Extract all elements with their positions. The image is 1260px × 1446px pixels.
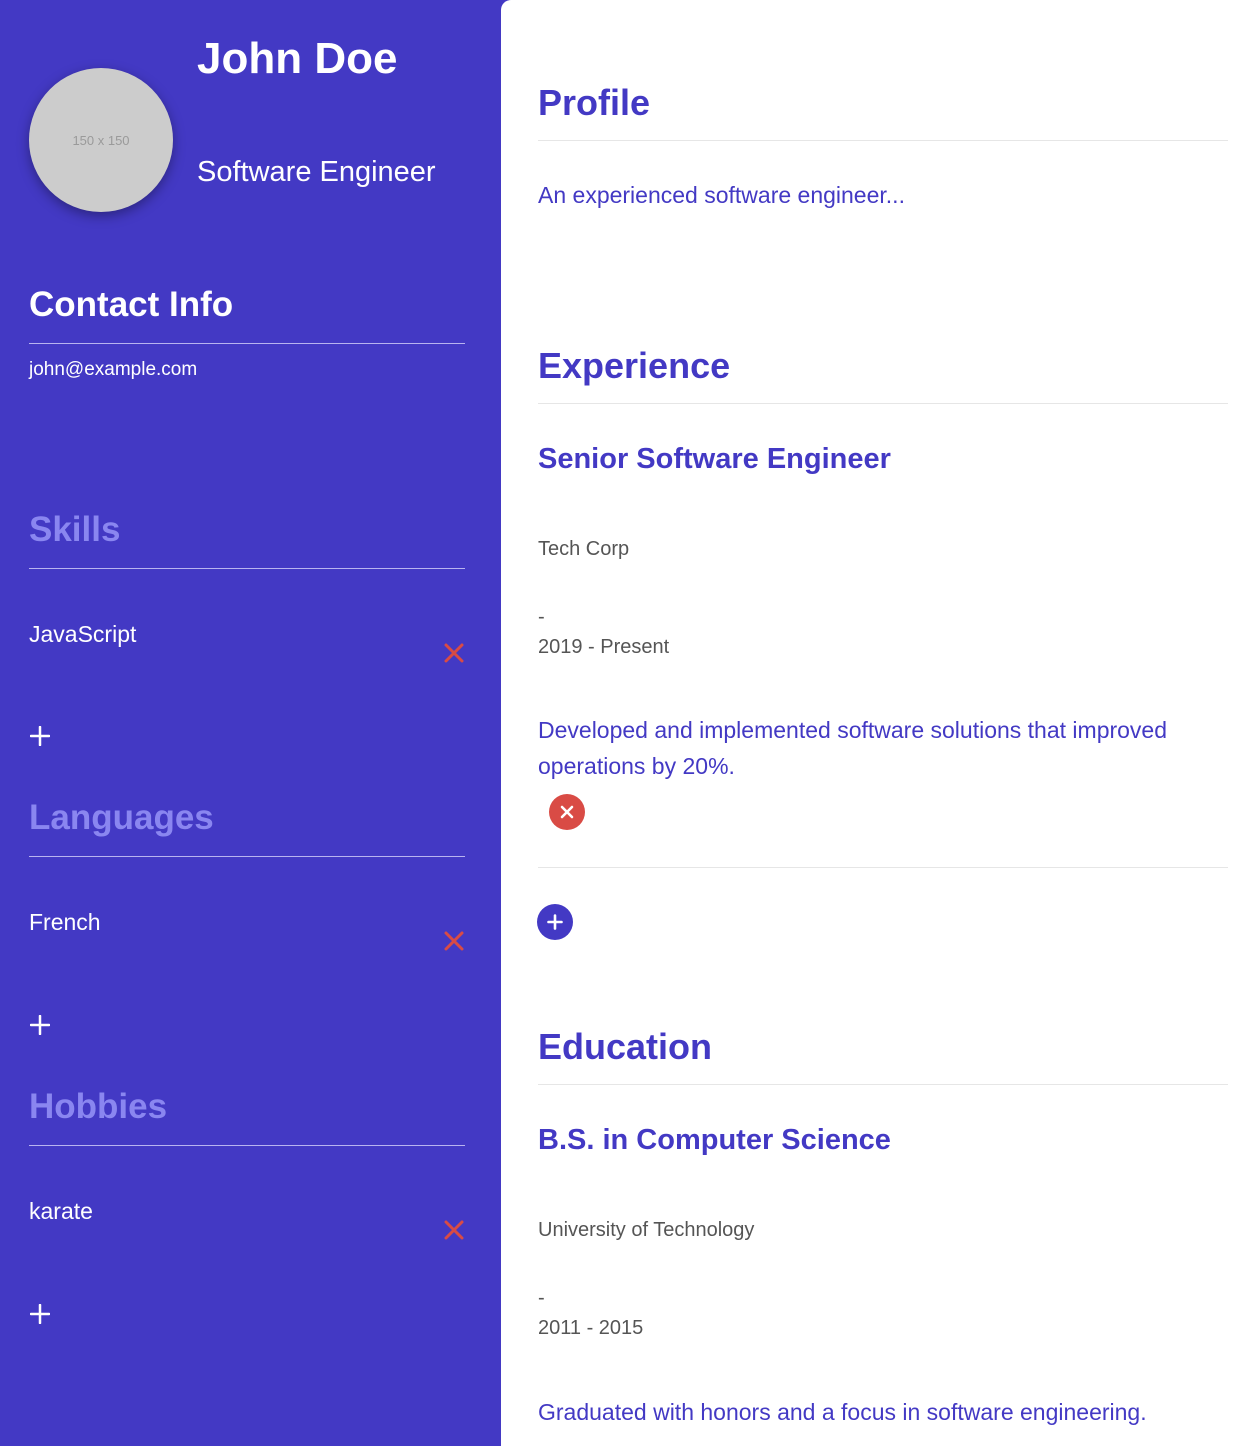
main-content: Profile An experienced software engineer… [501,0,1260,1446]
add-hobby-plus-icon[interactable] [28,1302,52,1326]
education-degree[interactable]: B.S. in Computer Science [538,1124,891,1157]
experience-role[interactable]: Senior Software Engineer [538,443,891,476]
languages-divider [29,856,465,857]
profile-summary[interactable]: An experienced software engineer... [538,177,1218,213]
contact-heading: Contact Info [29,285,234,324]
person-name[interactable]: John Doe [197,34,397,84]
experience-entry-divider [538,867,1228,868]
person-title[interactable]: Software Engineer [197,156,436,189]
contact-divider [29,343,465,344]
resume-page: 150 x 150 John Doe Software Engineer Con… [0,0,1260,1446]
education-dates[interactable]: 2011 - 2015 [538,1317,643,1340]
remove-experience-button[interactable] [549,794,585,830]
education-date-separator: - [538,1287,545,1309]
education-description[interactable]: Graduated with honors and a focus in sof… [538,1394,1218,1430]
education-heading: Education [538,1026,713,1067]
profile-divider [538,140,1228,141]
education-school[interactable]: University of Technology [538,1219,754,1242]
remove-skill-close-icon[interactable] [440,639,468,667]
experience-heading: Experience [538,345,731,386]
profile-heading: Profile [538,82,651,123]
languages-heading: Languages [29,798,214,837]
experience-description[interactable]: Developed and implemented software solut… [538,712,1218,784]
avatar-placeholder-text: 150 x 150 [72,132,130,148]
hobby-item[interactable]: karate [29,1198,93,1225]
contact-email[interactable]: john@example.com [29,359,197,381]
add-language-plus-icon[interactable] [28,1013,52,1037]
education-divider [538,1084,1228,1085]
skills-heading: Skills [29,510,121,549]
language-item[interactable]: French [29,909,101,936]
plus-icon [547,914,563,930]
hobbies-divider [29,1145,465,1146]
skills-divider [29,568,465,569]
experience-date-separator: - [538,606,545,628]
add-experience-button[interactable] [537,904,573,940]
avatar[interactable]: 150 x 150 [29,68,173,212]
remove-hobby-close-icon[interactable] [440,1216,468,1244]
experience-company[interactable]: Tech Corp [538,538,629,561]
close-icon [560,805,574,819]
hobbies-heading: Hobbies [29,1087,168,1126]
remove-language-close-icon[interactable] [440,927,468,955]
skill-item[interactable]: JavaScript [29,621,136,648]
add-skill-plus-icon[interactable] [28,724,52,748]
experience-divider [538,403,1228,404]
sidebar: 150 x 150 John Doe Software Engineer Con… [0,0,501,1446]
experience-dates[interactable]: 2019 - Present [538,636,669,659]
